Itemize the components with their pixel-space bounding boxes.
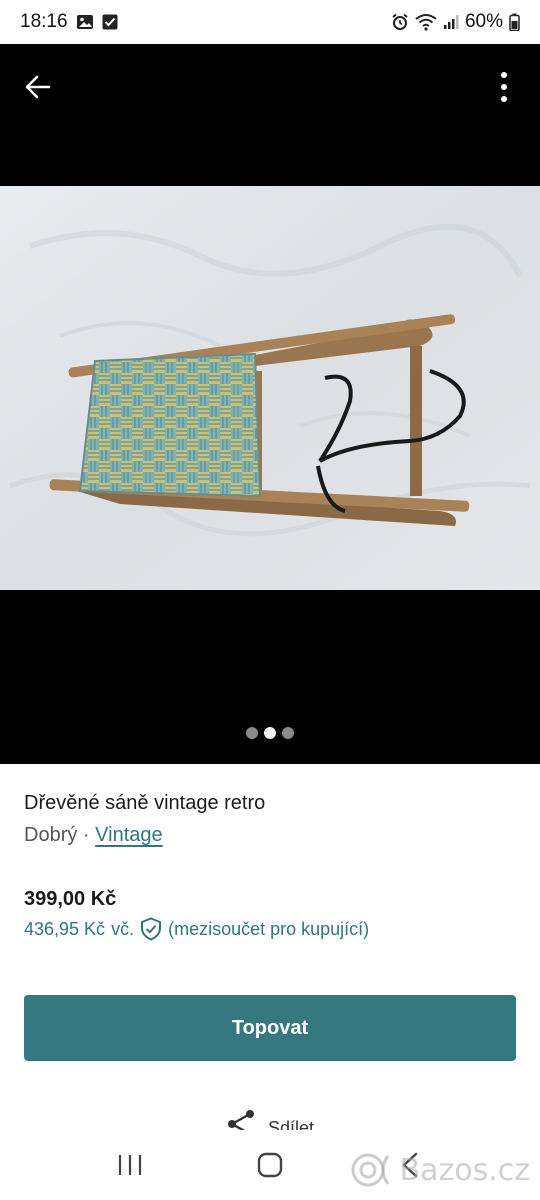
buyer-price-row[interactable]: 436,95 Kč vč. (mezisoučet pro kupující)	[24, 914, 516, 944]
watermark-text: Bazos.cz	[399, 1152, 530, 1188]
share-icon	[227, 1110, 254, 1130]
share-button[interactable]: Sdílet	[0, 1108, 540, 1130]
wifi-icon	[415, 13, 437, 31]
more-vertical-icon	[501, 72, 507, 102]
brand-link[interactable]: Vintage	[95, 824, 162, 846]
photo-gallery[interactable]	[0, 44, 540, 764]
price: 399,00 Kč	[24, 888, 117, 910]
share-label: Sdílet	[267, 1118, 315, 1130]
shield-check-icon	[140, 917, 162, 941]
buyer-price-suffix: vč.	[111, 919, 135, 939]
listing-details: Dřevěné sáně vintage retro Dobrý · Vinta…	[24, 786, 516, 944]
carousel-dot-active[interactable]	[264, 727, 276, 739]
carousel-dot[interactable]	[246, 727, 258, 739]
meta-separator: ·	[82, 824, 90, 846]
status-bar: 18:16 60%	[0, 0, 540, 44]
listing-title: Dřevěné sáně vintage retro	[24, 792, 266, 814]
home-button[interactable]	[240, 1140, 300, 1190]
recents-icon	[118, 1155, 142, 1175]
watermark-logo-icon	[351, 1153, 389, 1187]
recents-button[interactable]	[100, 1140, 160, 1190]
signal-icon	[443, 14, 459, 30]
status-time: 18:16	[20, 11, 68, 32]
top-app-bar	[0, 44, 540, 130]
gallery-icon	[76, 14, 94, 30]
home-icon	[257, 1152, 283, 1178]
carousel-dot[interactable]	[282, 727, 294, 739]
arrow-left-icon	[25, 75, 51, 99]
battery-percent: 60%	[464, 11, 503, 32]
back-button[interactable]	[18, 67, 58, 107]
battery-icon	[509, 13, 520, 31]
condition-label: Dobrý	[24, 824, 78, 846]
listing-photo[interactable]	[0, 186, 540, 590]
listing-meta: Dobrý · Vintage	[24, 820, 516, 850]
more-options-button[interactable]	[484, 67, 524, 107]
alarm-icon	[391, 13, 409, 31]
watermark: Bazos.cz	[348, 1150, 530, 1190]
buyer-price: 436,95 Kč	[24, 919, 106, 939]
promote-button[interactable]: Topovat	[24, 995, 516, 1061]
buyer-price-note: (mezisoučet pro kupující)	[168, 919, 370, 939]
carousel-indicators	[0, 727, 540, 739]
checkbox-icon	[102, 14, 118, 30]
